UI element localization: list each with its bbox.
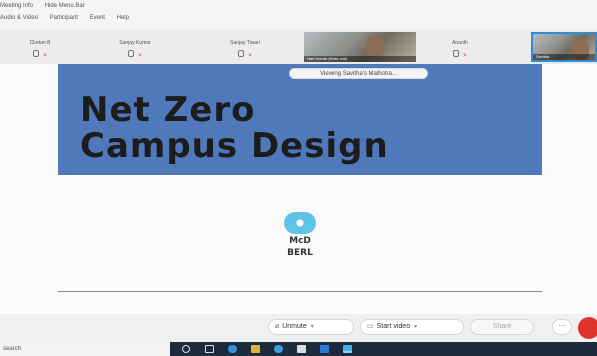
video-camera-icon: ▭ xyxy=(367,323,374,330)
file-explorer-icon[interactable] xyxy=(251,345,260,353)
shared-content-area: Viewing Savitha's Malhotra... Net Zero C… xyxy=(0,64,597,314)
participant-video-caption: Hari Kumar (Host, me) xyxy=(304,56,416,62)
browser-icon[interactable] xyxy=(274,345,283,353)
participant-video-feed xyxy=(366,35,384,57)
slide-title-banner: Viewing Savitha's Malhotra... Net Zero C… xyxy=(58,64,542,175)
participant-tile[interactable]: Sanjay Kumar × xyxy=(96,32,174,61)
participant-video-tile[interactable]: Hari Kumar (Host, me) xyxy=(304,32,416,62)
logo-drop-icon xyxy=(284,212,316,234)
edge-browser-icon[interactable] xyxy=(228,345,237,353)
viewing-share-indicator[interactable]: Viewing Savitha's Malhotra... xyxy=(289,68,428,79)
slide-title-line-2: Campus Design xyxy=(80,126,389,166)
windows-taskbar: search xyxy=(0,342,597,356)
meeting-toolbar: ⌀ Unmute ▾ ▭ Start video ▾ Share ··· xyxy=(0,314,597,342)
menu-row-top: Meeting Info Hide Menu Bar xyxy=(0,3,95,9)
participant-name: Ananth xyxy=(452,40,468,46)
participant-tile[interactable]: Sanjay Tiwari × xyxy=(200,32,290,61)
webex-meetings-icon[interactable] xyxy=(343,345,352,353)
muted-icon: × xyxy=(138,53,142,59)
menu-item-audio-video[interactable]: Audio & Video xyxy=(0,15,38,21)
logo-text-line-2: BERL xyxy=(287,248,313,258)
participant-video-caption: Savitha xyxy=(533,54,595,60)
menu-item-participant[interactable]: Participant xyxy=(50,15,78,21)
slide-divider xyxy=(58,291,542,292)
participant-name: Chetan B xyxy=(29,40,51,46)
store-icon[interactable] xyxy=(297,345,306,353)
menu-item-meeting-info[interactable]: Meeting Info xyxy=(0,3,33,9)
slide-title: Net Zero Campus Design xyxy=(80,92,389,164)
unmute-label: Unmute xyxy=(282,323,307,330)
microphone-icon xyxy=(127,50,134,57)
menu-bar: Meeting Info Hide Menu Bar Audio & Video… xyxy=(0,0,597,30)
more-options-button[interactable]: ··· xyxy=(552,319,572,335)
participant-name: Sanjay Kumar xyxy=(119,40,151,46)
task-view-icon[interactable] xyxy=(205,345,214,353)
start-video-button[interactable]: ▭ Start video ▾ xyxy=(360,319,464,335)
menu-item-help[interactable]: Help xyxy=(117,15,129,21)
company-logo: McD BERL xyxy=(273,212,327,264)
share-button[interactable]: Share xyxy=(470,319,534,335)
active-speaker-video-tile[interactable]: Savitha xyxy=(531,32,597,62)
slide-title-line-1: Net Zero xyxy=(80,90,256,130)
chevron-down-icon[interactable]: ▾ xyxy=(414,320,417,334)
menu-row-main: Audio & Video Participant Event Help xyxy=(0,15,139,21)
microphone-icon xyxy=(452,50,459,57)
unmute-button[interactable]: ⌀ Unmute ▾ xyxy=(268,319,354,335)
menu-item-hide-menu-bar[interactable]: Hide Menu Bar xyxy=(45,3,85,9)
participant-name: Sanjay Tiwari xyxy=(230,40,260,46)
share-label: Share xyxy=(492,323,512,330)
start-video-label: Start video xyxy=(376,323,411,330)
mail-icon[interactable] xyxy=(320,345,329,353)
cortana-icon[interactable] xyxy=(182,345,190,353)
muted-icon: × xyxy=(248,53,252,59)
participant-tile[interactable]: Ananth × xyxy=(420,32,500,61)
microphone-icon xyxy=(237,50,244,57)
logo-text-line-1: McD xyxy=(289,236,311,246)
microphone-muted-icon: ⌀ xyxy=(275,323,280,330)
participant-strip: Chetan B × Sanjay Kumar × Sanjay Tiwari … xyxy=(0,30,597,65)
participant-tile[interactable]: Chetan B × xyxy=(0,32,80,61)
microphone-icon xyxy=(32,50,39,57)
muted-icon: × xyxy=(463,53,467,59)
end-call-button[interactable] xyxy=(578,317,597,339)
chevron-down-icon[interactable]: ▾ xyxy=(311,320,314,334)
muted-icon: × xyxy=(43,53,47,59)
taskbar-search-box[interactable]: search xyxy=(0,342,170,356)
menu-item-event[interactable]: Event xyxy=(90,15,105,21)
